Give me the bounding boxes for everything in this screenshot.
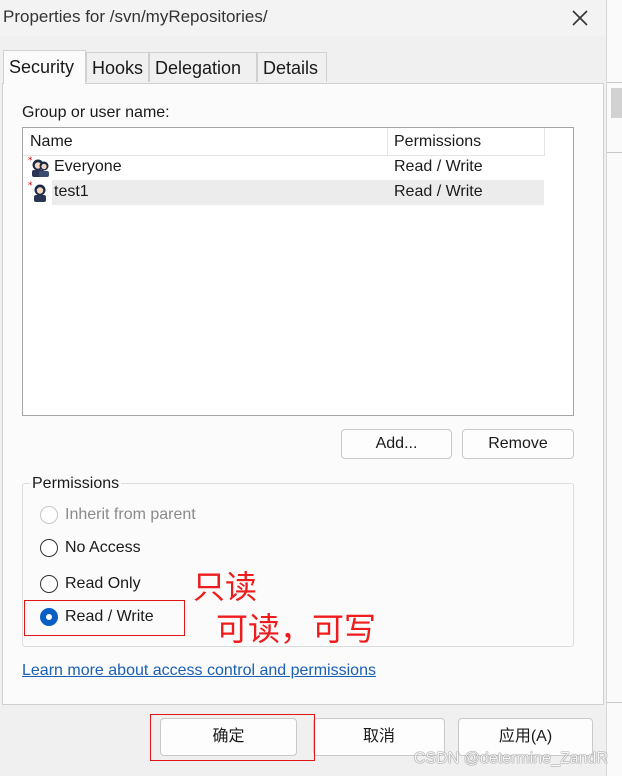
user-permission: Read / Write — [394, 158, 483, 175]
list-item[interactable]: * Everyone Read / Write — [26, 155, 544, 180]
add-button[interactable]: Add... — [341, 429, 452, 459]
radio-label: Inherit from parent — [65, 506, 196, 523]
radio-circle — [40, 506, 58, 524]
tab-details[interactable]: Details — [257, 52, 327, 82]
svg-text:*: * — [28, 156, 33, 166]
radio-circle — [40, 539, 58, 557]
user-name: Everyone — [54, 158, 122, 175]
window-title: Properties for /svn/myRepositories/ — [3, 7, 268, 26]
column-header-permissions[interactable]: Permissions — [394, 133, 481, 151]
close-button[interactable] — [566, 4, 594, 32]
radio-label: No Access — [65, 539, 141, 556]
svg-text:*: * — [28, 181, 33, 191]
radio-label: Read Only — [65, 575, 141, 592]
radio-circle-checked — [40, 608, 58, 626]
annotation-read-only: 只读 — [193, 568, 258, 606]
watermark-text: CSDN @determine_ZandR — [413, 750, 608, 767]
user-name: test1 — [54, 183, 89, 200]
tab-security[interactable]: Security — [3, 50, 86, 84]
radio-label: Read / Write — [65, 608, 154, 625]
remove-button[interactable]: Remove — [462, 429, 574, 459]
tab-delegation[interactable]: Delegation — [149, 52, 257, 82]
user-icon: * — [28, 181, 50, 203]
radio-circle — [40, 575, 58, 593]
background-window — [606, 0, 622, 776]
annotation-read-write: 可读，可写 — [216, 610, 377, 648]
list-header: Name Permissions — [23, 128, 545, 156]
user-list[interactable]: Name Permissions * Everyone Read / Write… — [22, 127, 574, 416]
column-header-name[interactable]: Name — [30, 133, 73, 151]
title-bar: Properties for /svn/myRepositories/ — [0, 0, 606, 36]
permissions-group-title: Permissions — [30, 475, 122, 493]
tab-hooks[interactable]: Hooks — [86, 52, 149, 82]
ok-button[interactable]: 确定 — [160, 718, 297, 756]
user-group-icon: * — [28, 156, 50, 178]
close-icon — [572, 10, 588, 26]
list-item[interactable]: * test1 Read / Write — [26, 180, 544, 205]
access-control-help-link[interactable]: Learn more about access control and perm… — [22, 662, 376, 680]
group-user-label: Group or user name: — [22, 104, 170, 121]
user-permission: Read / Write — [394, 183, 483, 200]
